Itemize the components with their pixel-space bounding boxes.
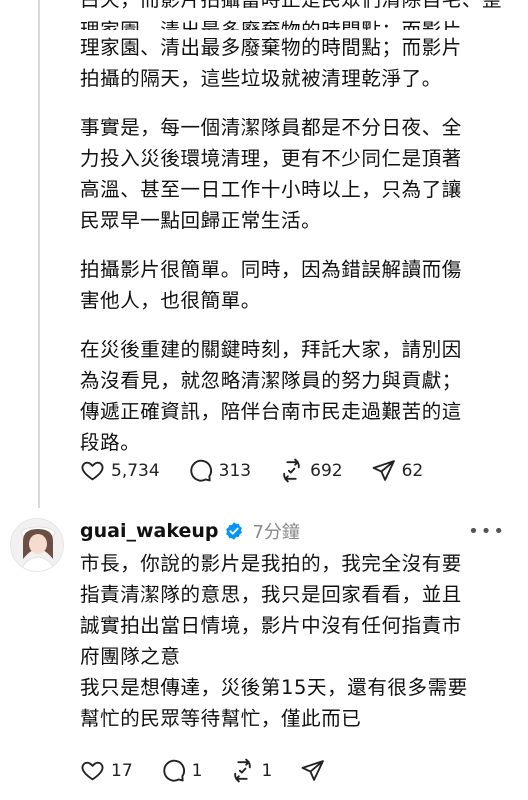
reply-body: 市長，你說的影片是我拍的，我完全沒有要 指責清潔隊的意思，我只是回家看看，並且 … — [80, 548, 520, 734]
repost-icon — [234, 758, 252, 783]
reply-text: 市長，你說的影片是我拍的，我完全沒有要 指責清潔隊的意思，我只是回家看看，並且 … — [80, 552, 468, 730]
repost-icon — [283, 458, 300, 483]
share-icon — [301, 760, 325, 781]
like-button[interactable]: 17 — [80, 758, 133, 783]
post-paragraph-4: 在災後重建的關鍵時刻，拜託大家，請別因 為沒看見，就忽略清潔隊員的努力與貢獻； … — [80, 338, 462, 454]
post-paragraph-3: 拍攝影片很簡單。同時，因為錯誤解讀而傷 害他人，也很簡單。 — [80, 258, 462, 312]
avatar[interactable] — [10, 518, 64, 572]
repost-button[interactable]: 692 — [279, 458, 343, 483]
reply-actions: 17 1 1 — [80, 758, 359, 783]
post-actions: 5,734 313 692 62 — [80, 458, 451, 483]
comment-icon — [190, 459, 212, 482]
post-body: 白天，而影片拍攝當時正是民眾們清除自宅、整理家園、清出最多廢棄物的時間點；而影片… — [80, 0, 520, 458]
reply-count: 1 — [191, 760, 203, 781]
like-count: 17 — [111, 760, 133, 781]
reply-count: 313 — [218, 460, 252, 481]
like-count: 5,734 — [111, 460, 160, 481]
timestamp: 7分鐘 — [252, 522, 300, 543]
share-icon — [372, 460, 395, 481]
clipped-first-line: 白天，而影片拍攝當時正是民眾們清除自宅、整理家園、清出最多廢棄物的時間點；而影片 — [80, 0, 520, 30]
comment-icon — [162, 759, 185, 782]
more-icon[interactable]: ••• — [468, 521, 506, 542]
share-button[interactable]: 62 — [371, 458, 424, 483]
thread-connector-line — [38, 0, 40, 508]
like-button[interactable]: 5,734 — [80, 458, 160, 483]
share-count: 62 — [401, 460, 424, 481]
repost-count: 1 — [261, 760, 273, 781]
clipped-line-text: 白天，而影片拍攝當時正是民眾們清除自宅、整理家園、清出最多廢棄物的時間點；而影片 — [80, 0, 520, 30]
share-button[interactable] — [300, 758, 331, 783]
repost-count: 692 — [310, 460, 343, 481]
verified-badge-icon — [226, 522, 243, 540]
post-paragraph-2: 事實是，每一個清潔隊員都是不分日夜、全 力投入災後環境清理，更有不少同仁是頂著 … — [80, 116, 462, 232]
avatar-image — [11, 519, 63, 571]
heart-icon — [81, 461, 104, 481]
username[interactable]: guai_wakeup — [80, 520, 218, 542]
reply-button[interactable]: 313 — [188, 458, 251, 483]
post-paragraph-1: 理家園、清出最多廢棄物的時間點；而影片 拍攝的隔天，這些垃圾就被清理乾淨了。 — [80, 36, 462, 90]
reply-header: guai_wakeup 7分鐘 ••• — [80, 515, 520, 547]
reply-button[interactable]: 1 — [161, 758, 203, 783]
repost-button[interactable]: 1 — [230, 758, 272, 783]
heart-icon — [81, 761, 104, 781]
